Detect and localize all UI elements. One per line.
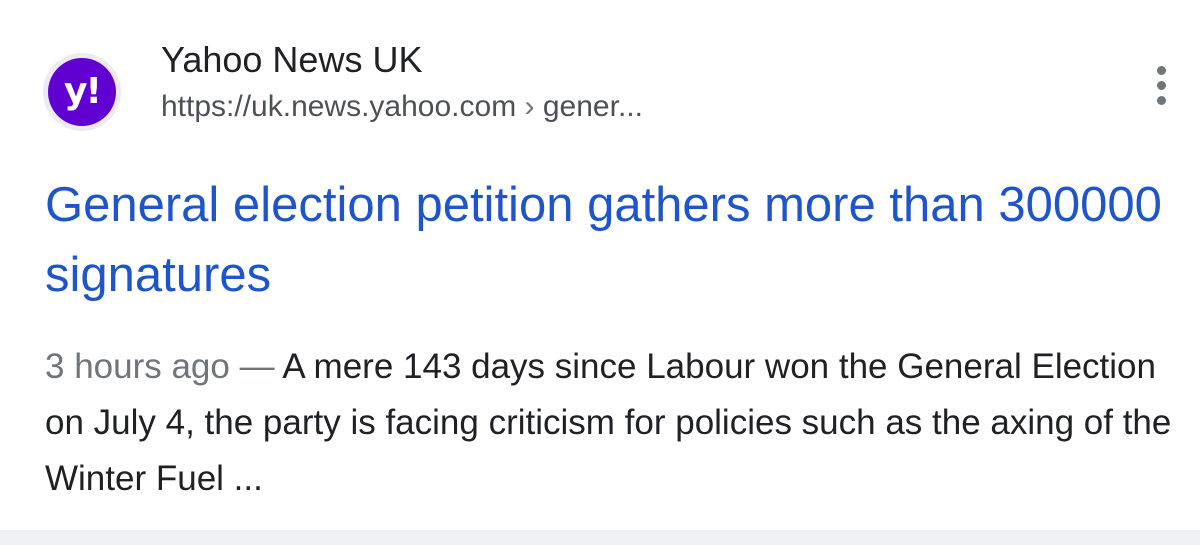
site-url[interactable]: https://uk.news.yahoo.com › gener... xyxy=(161,88,643,126)
yahoo-logo-icon: y! xyxy=(48,58,116,126)
result-snippet: 3 hours ago — A mere 143 days since Labo… xyxy=(45,339,1175,507)
result-date: 3 hours ago xyxy=(45,347,230,386)
favicon-container[interactable]: y! xyxy=(43,53,121,131)
url-path: gener... xyxy=(542,90,643,123)
date-dash: — xyxy=(229,347,283,386)
result-title-link[interactable]: General election petition gathers more t… xyxy=(45,170,1185,310)
search-result: y! Yahoo News UK https://uk.news.yahoo.c… xyxy=(0,0,1200,530)
url-domain: https://uk.news.yahoo.com xyxy=(161,90,517,123)
breadcrumb-separator: › xyxy=(524,90,535,123)
section-divider xyxy=(0,530,1200,545)
site-name[interactable]: Yahoo News UK xyxy=(161,38,422,82)
more-options-button[interactable] xyxy=(1146,62,1178,110)
